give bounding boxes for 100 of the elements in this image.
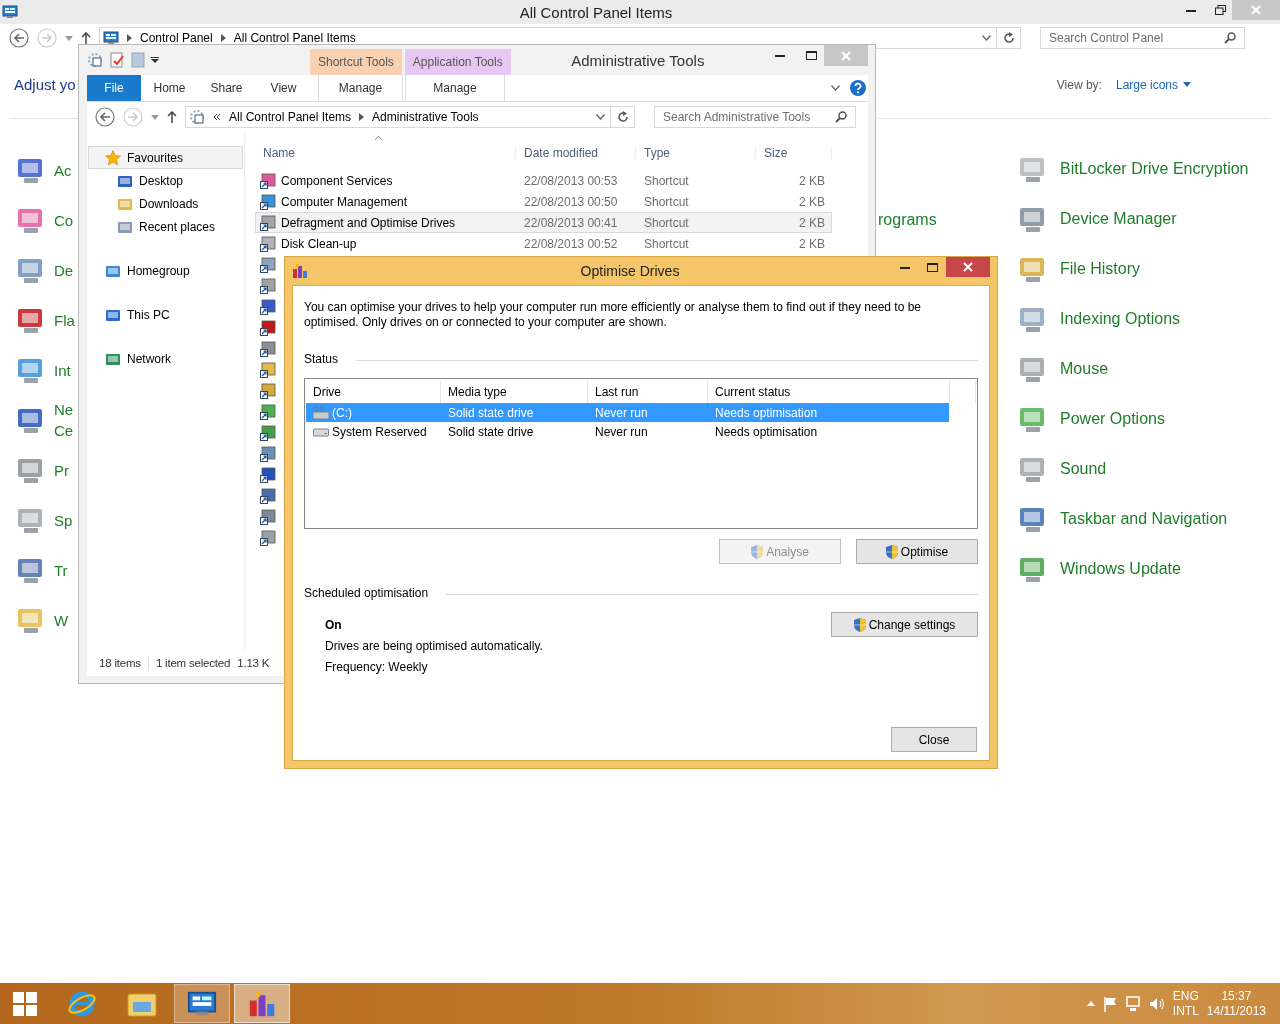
dropdown-icon (831, 85, 840, 91)
document-icon[interactable] (109, 52, 125, 68)
help-icon[interactable] (850, 80, 866, 96)
applet-link[interactable]: Fla (14, 303, 75, 337)
ribbon-tab[interactable]: View (255, 75, 312, 101)
applet-link[interactable]: Windows Update (1016, 551, 1181, 586)
type-cell-text: Shortcut (643, 173, 690, 188)
media-type-cell-text: Solid state drive (447, 424, 535, 439)
applet-link[interactable]: Co (14, 203, 74, 237)
applet-link[interactable]: Mouse (1016, 351, 1109, 386)
nav-item[interactable]: Recent places (88, 215, 243, 238)
properties-icon[interactable] (87, 52, 103, 68)
applet-link[interactable]: Ne Ce (14, 399, 74, 441)
caret-up-icon[interactable] (1086, 1001, 1095, 1006)
address-bar[interactable]: All Control Panel Items Administrative Tools (185, 106, 635, 128)
ribbon-tab[interactable]: Home (141, 75, 198, 101)
column-header[interactable]: Date modified (516, 146, 636, 160)
nav-item[interactable]: Network (88, 347, 243, 370)
flag-icon[interactable] (1102, 995, 1117, 1012)
schedule-state: On (325, 618, 343, 632)
shortcut-icon (260, 298, 276, 315)
applet-link[interactable]: W (14, 603, 69, 637)
shortcut-icon (260, 361, 276, 378)
taskbar-button[interactable] (234, 984, 290, 1023)
file-row[interactable]: Component Services 22/08/2013 00:53 Shortcut 2 KB (255, 170, 832, 191)
file-name: Computer Management (256, 193, 517, 210)
change-settings-button[interactable]: Change settings (831, 612, 978, 637)
drive-row[interactable]: System Reserved Solid state drive Never run Needs optimisation (306, 422, 949, 441)
breadcrumb-item[interactable]: All Control Panel Items (233, 31, 356, 45)
back-icon[interactable] (95, 107, 115, 127)
taskbar-button[interactable] (174, 984, 230, 1023)
breadcrumb-item[interactable]: Control Panel (140, 31, 213, 45)
frequency-text: Frequency: Weekly (325, 660, 429, 674)
status-cell-text: Needs optimisation (714, 405, 819, 420)
shortcut-icon (260, 193, 276, 210)
refresh-icon (1002, 32, 1015, 44)
status-text: 18 items (99, 657, 141, 669)
search-icon (1224, 32, 1236, 44)
dropdown-icon (595, 114, 605, 120)
applet-link[interactable]: Pr (14, 453, 69, 487)
network-icon[interactable] (1124, 995, 1141, 1012)
applet-link[interactable]: Ac (14, 153, 72, 187)
close-button[interactable] (946, 257, 990, 277)
applet-link[interactable]: De (14, 253, 74, 287)
file-row[interactable]: Defragment and Optimise Drives 22/08/2013 00:41 Shortcut 2 KB (255, 212, 832, 233)
view-by-dropdown[interactable]: Large icons (1115, 77, 1191, 92)
window-title: Optimise Drives (579, 263, 681, 279)
nav-item[interactable]: Homegroup (88, 259, 243, 282)
shortcut-icon (260, 466, 276, 483)
dropdown-icon (981, 35, 991, 41)
applet-link[interactable]: Sp (14, 503, 73, 537)
up-arrow-icon[interactable] (81, 32, 91, 44)
file-row[interactable]: Disk Clean-up 22/08/2013 00:52 Shortcut 2 KB (255, 233, 832, 254)
date-cell-text: 22/08/2013 00:52 (523, 236, 619, 251)
applet-link[interactable]: File History (1016, 251, 1140, 286)
page-heading: Adjust yo (14, 76, 76, 93)
ribbon-tab[interactable]: File (87, 75, 141, 101)
action-button[interactable]: Optimise (856, 539, 978, 564)
applet-link[interactable]: rograms (878, 211, 937, 228)
size-cell-text: 2 KB (798, 215, 825, 230)
chevron-right-icon (220, 34, 226, 42)
view-by-label: View by: (1056, 77, 1102, 92)
maximize-icon (805, 51, 817, 60)
shortcut-icon (260, 277, 276, 294)
column-header[interactable]: Type (636, 146, 756, 160)
date-cell-text: 22/08/2013 00:50 (523, 194, 619, 209)
close-dialog-button[interactable]: Close (891, 727, 977, 752)
breadcrumb-item[interactable]: Administrative Tools (372, 110, 479, 124)
sort-caret-icon (375, 136, 382, 140)
nav-item[interactable]: This PC (88, 303, 243, 326)
up-arrow-icon[interactable] (167, 111, 177, 123)
applet-link[interactable]: Tr (14, 553, 68, 587)
file-name: Defragment and Optimise Drives (256, 214, 517, 231)
nav-item[interactable]: Desktop (88, 169, 243, 192)
applet-link[interactable]: Indexing Options (1016, 301, 1181, 336)
size-cell-text: 2 KB (798, 194, 825, 209)
schedule-text: Drives are being optimised automatically. (325, 639, 543, 653)
search-field[interactable]: Search Administrative Tools (654, 106, 856, 128)
drive-name: System Reserved (306, 424, 441, 439)
column-header[interactable]: Name (255, 146, 516, 160)
applet-link[interactable]: Device Manager (1016, 201, 1177, 236)
ribbon-tab[interactable]: Manage (405, 75, 505, 101)
shortcut-icon (260, 172, 276, 189)
applet-link[interactable]: BitLocker Drive Encryption (1016, 151, 1249, 186)
applet-link[interactable]: Int (14, 353, 71, 387)
ribbon-tab[interactable]: Manage (318, 75, 403, 101)
ribbon-tab[interactable]: Share (198, 75, 255, 101)
file-row[interactable]: Computer Management 22/08/2013 00:50 Shortcut 2 KB (255, 191, 832, 212)
applet-link[interactable]: Taskbar and Navigation (1016, 501, 1228, 536)
back-icon[interactable] (9, 28, 29, 48)
overflow-icon[interactable] (213, 113, 221, 121)
nav-item[interactable]: Favourites (88, 146, 243, 169)
nav-item[interactable]: Downloads (88, 192, 243, 215)
last-run-cell-text: Never run (594, 424, 649, 439)
applet-link[interactable]: Power Options (1016, 401, 1165, 436)
column-header[interactable]: Size (756, 146, 832, 160)
caret-icon[interactable] (151, 57, 159, 63)
search-field[interactable]: Search Control Panel (1040, 27, 1245, 49)
breadcrumb-item[interactable]: All Control Panel Items (229, 110, 352, 124)
applet-link[interactable]: Sound (1016, 451, 1107, 486)
